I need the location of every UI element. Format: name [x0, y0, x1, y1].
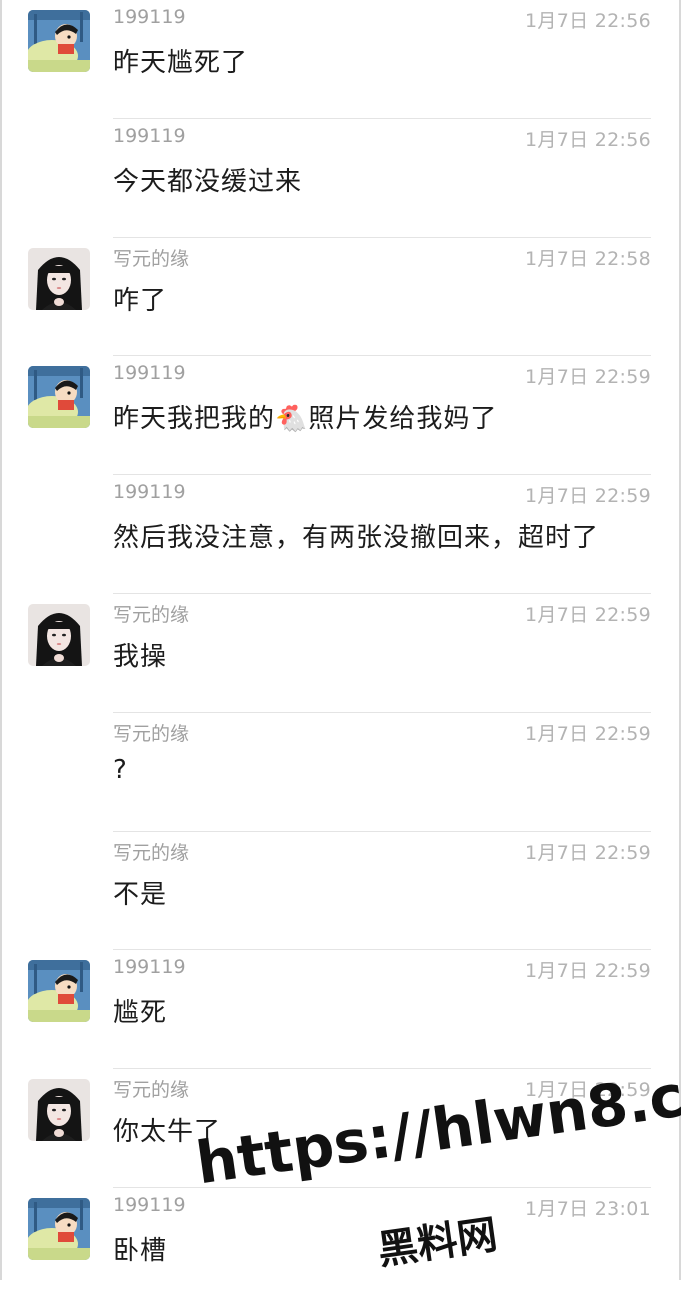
- message-row[interactable]: 写元的缘 1月7日 22:58 咋了: [0, 238, 681, 357]
- sender-name: 写元的缘: [113, 1079, 190, 1102]
- message-timestamp: 1月7日 22:59: [525, 722, 651, 745]
- sender-name: 199119: [113, 6, 186, 28]
- message-timestamp: 1月7日 22:56: [525, 10, 651, 32]
- message-text[interactable]: 昨天尴死了: [113, 42, 248, 79]
- sender-name: 199119: [113, 956, 186, 979]
- sender-name: 写元的缘: [113, 722, 190, 745]
- message-text[interactable]: 我操: [113, 636, 167, 673]
- message-text[interactable]: 尴死: [113, 992, 167, 1029]
- message-text[interactable]: 你太牛了: [113, 1111, 221, 1148]
- message-row[interactable]: 199119 1月7日 22:59 尴死: [0, 950, 681, 1070]
- message-text[interactable]: 不是: [113, 874, 167, 911]
- sender-name: 199119: [113, 124, 186, 147]
- sender-name: 写元的缘: [113, 247, 190, 270]
- message-text[interactable]: 咋了: [113, 280, 167, 317]
- chat-message-list[interactable]: 199119 1月7日 22:56 昨天尴死了 199119 1月7日 22:56 今天都…: [0, 0, 681, 1307]
- cartoon-boy-avatar[interactable]: [28, 960, 90, 1023]
- message-timestamp: 1月7日 23:01: [525, 1197, 651, 1220]
- message-timestamp: 1月7日 22:59: [525, 603, 651, 626]
- message-row[interactable]: 199119 1月7日 23:01 卧槽: [0, 1188, 681, 1307]
- message-text[interactable]: 今天都没缓过来: [113, 161, 302, 198]
- message-row[interactable]: 写元的缘 1月7日 22:59 不是: [0, 832, 681, 951]
- sender-name: 199119: [113, 362, 186, 385]
- message-row[interactable]: 写元的缘 1月7日 22:59 我操: [0, 594, 681, 713]
- girl-photo-avatar[interactable]: [28, 1079, 90, 1142]
- message-text[interactable]: 然后我没注意，有两张没撤回来，超时了: [113, 517, 599, 554]
- message-row[interactable]: 写元的缘 1月7日 22:59?: [0, 713, 681, 832]
- sender-name: 199119: [113, 481, 186, 504]
- message-text[interactable]: ?: [113, 755, 128, 785]
- girl-photo-avatar[interactable]: [28, 247, 90, 310]
- message-timestamp: 1月7日 22:59: [525, 485, 651, 508]
- sender-name: 写元的缘: [113, 841, 190, 864]
- cartoon-boy-avatar[interactable]: [28, 1197, 90, 1260]
- message-timestamp: 1月7日 22:58: [525, 247, 651, 270]
- message-timestamp: 1月7日 22:59: [525, 366, 651, 389]
- cartoon-boy-avatar[interactable]: [28, 366, 90, 429]
- message-timestamp: 1月7日 22:59: [525, 841, 651, 864]
- message-text[interactable]: 卧槽: [113, 1230, 167, 1267]
- message-row[interactable]: 199119 1月7日 22:56 昨天尴死了: [0, 0, 681, 119]
- sender-name: 写元的缘: [113, 603, 190, 626]
- message-timestamp: 1月7日 22:59: [525, 960, 651, 983]
- cartoon-boy-avatar[interactable]: [28, 10, 90, 72]
- message-timestamp: 1月7日 22:59: [525, 1079, 651, 1102]
- message-row[interactable]: 199119 1月7日 22:56 今天都没缓过来: [0, 119, 681, 238]
- message-row[interactable]: 199119 1月7日 22:59 然后我没注意，有两张没撤回来，超时了: [0, 475, 681, 594]
- girl-photo-avatar[interactable]: [28, 603, 90, 666]
- message-row[interactable]: 199119 1月7日 22:59 昨天我把我的🐔照片发给我妈了: [0, 356, 681, 476]
- sender-name: 199119: [113, 1193, 186, 1216]
- message-timestamp: 1月7日 22:56: [525, 128, 651, 151]
- message-text[interactable]: 昨天我把我的🐔照片发给我妈了: [113, 398, 497, 435]
- message-row[interactable]: 写元的缘 1月7日 22:59 你太牛了: [0, 1069, 681, 1188]
